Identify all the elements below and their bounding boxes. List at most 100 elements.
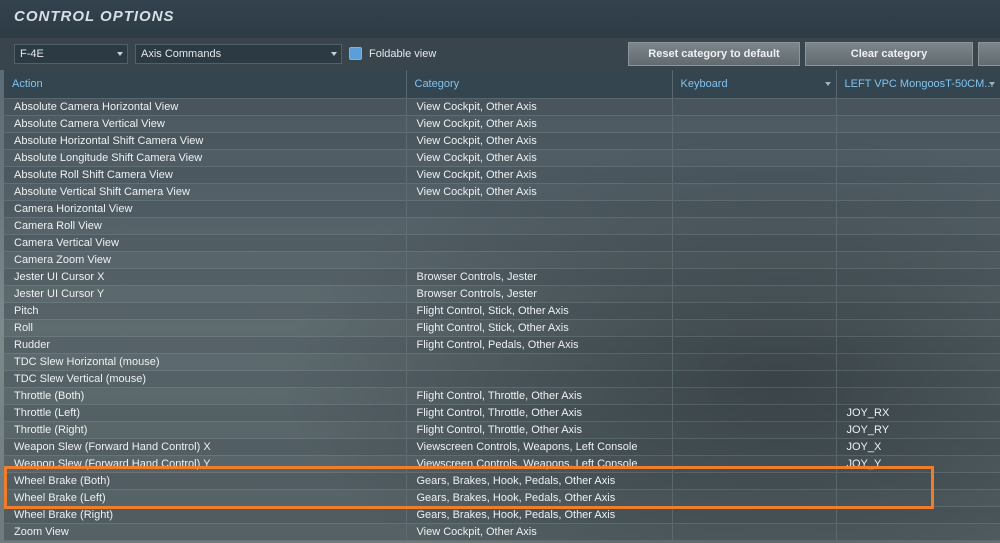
column-header-keyboard[interactable]: Keyboard [672, 70, 837, 99]
column-header-joystick[interactable]: LEFT VPC MongoosT-50CM... [836, 70, 1000, 99]
cell-joystick[interactable] [836, 285, 1000, 303]
cell-joystick[interactable]: JOY_X [836, 438, 1000, 456]
cell-joystick[interactable] [836, 387, 1000, 405]
cell-keyboard[interactable] [672, 387, 837, 405]
table-row[interactable]: TDC Slew Horizontal (mouse) [4, 353, 1000, 371]
column-header-category[interactable]: Category [406, 70, 673, 99]
cell-keyboard[interactable] [672, 183, 837, 201]
cell-keyboard[interactable] [672, 268, 837, 286]
cell-joystick[interactable]: JOY_RY [836, 421, 1000, 439]
cell-joystick[interactable] [836, 353, 1000, 371]
cell-joystick[interactable] [836, 319, 1000, 337]
cell-keyboard[interactable] [672, 370, 837, 388]
cell-keyboard[interactable] [672, 234, 837, 252]
cell-joystick[interactable]: JOY_RX [836, 404, 1000, 422]
table-row[interactable]: Weapon Slew (Forward Hand Control) Y View… [4, 455, 1000, 473]
cell-keyboard[interactable] [672, 404, 837, 422]
table-row[interactable]: Weapon Slew (Forward Hand Control) X View… [4, 438, 1000, 456]
cell-keyboard[interactable] [672, 149, 837, 167]
table-row[interactable]: Wheel Brake (Both) Gears, Brakes, Hook, P… [4, 472, 1000, 490]
table-row[interactable]: Absolute Camera Vertical View View Cockpi… [4, 115, 1000, 133]
cell-joystick[interactable]: JOY_Y [836, 455, 1000, 473]
clear-category-button[interactable]: Clear category [805, 42, 973, 66]
cell-joystick[interactable] [836, 183, 1000, 201]
cell-keyboard[interactable] [672, 132, 837, 150]
cell-joystick[interactable] [836, 217, 1000, 235]
cell-joystick[interactable] [836, 166, 1000, 184]
table-row[interactable]: Zoom View View Cockpit, Other Axis [4, 523, 1000, 541]
cell-keyboard[interactable] [672, 319, 837, 337]
column-header-action[interactable]: Action [4, 70, 407, 99]
table-row[interactable]: TDC Slew Vertical (mouse) [4, 370, 1000, 388]
cell-keyboard[interactable] [672, 98, 837, 116]
cell-category [406, 251, 673, 269]
cell-keyboard[interactable] [672, 472, 837, 490]
cell-keyboard[interactable] [672, 217, 837, 235]
more-button[interactable] [978, 42, 1000, 66]
cell-action: TDC Slew Horizontal (mouse) [4, 353, 407, 371]
cell-keyboard[interactable] [672, 285, 837, 303]
table-row[interactable]: Throttle (Right) Flight Control, Throttle… [4, 421, 1000, 439]
cell-keyboard[interactable] [672, 302, 837, 320]
table-row[interactable]: Camera Vertical View [4, 234, 1000, 252]
cell-category [406, 234, 673, 252]
cell-keyboard[interactable] [672, 353, 837, 371]
cell-joystick[interactable] [836, 472, 1000, 490]
table-row[interactable]: Rudder Flight Control, Pedals, Other Axis [4, 336, 1000, 354]
cell-keyboard[interactable] [672, 421, 837, 439]
table-row[interactable]: Jester UI Cursor Y Browser Controls, Jest… [4, 285, 1000, 303]
table-row[interactable]: Pitch Flight Control, Stick, Other Axis [4, 302, 1000, 320]
table-row[interactable]: Absolute Roll Shift Camera View View Cock… [4, 166, 1000, 184]
cell-action: Pitch [4, 302, 407, 320]
table-row[interactable]: Absolute Camera Horizontal View View Cock… [4, 98, 1000, 116]
aircraft-select[interactable]: F-4E [14, 44, 128, 64]
cell-action: Roll [4, 319, 407, 337]
cell-joystick[interactable] [836, 115, 1000, 133]
cell-category: Browser Controls, Jester [406, 285, 673, 303]
cell-joystick[interactable] [836, 489, 1000, 507]
table-row[interactable]: Wheel Brake (Left) Gears, Brakes, Hook, P… [4, 489, 1000, 507]
cell-joystick[interactable] [836, 370, 1000, 388]
cell-joystick[interactable] [836, 251, 1000, 269]
table-row[interactable]: Absolute Horizontal Shift Camera View Vie… [4, 132, 1000, 150]
cell-joystick[interactable] [836, 234, 1000, 252]
table-row[interactable]: Camera Roll View [4, 217, 1000, 235]
cell-keyboard[interactable] [672, 251, 837, 269]
cell-keyboard[interactable] [672, 166, 837, 184]
cell-keyboard[interactable] [672, 506, 837, 524]
cell-joystick[interactable] [836, 523, 1000, 541]
cell-joystick[interactable] [836, 149, 1000, 167]
cell-action: Absolute Vertical Shift Camera View [4, 183, 407, 201]
cell-joystick[interactable] [836, 200, 1000, 218]
table-row[interactable]: Camera Zoom View [4, 251, 1000, 269]
cell-joystick[interactable] [836, 132, 1000, 150]
table-row[interactable]: Absolute Vertical Shift Camera View View … [4, 183, 1000, 201]
cell-category: View Cockpit, Other Axis [406, 149, 673, 167]
table-row[interactable]: Roll Flight Control, Stick, Other Axis [4, 319, 1000, 337]
table-row[interactable]: Throttle (Left) Flight Control, Throttle,… [4, 404, 1000, 422]
cell-action: Wheel Brake (Left) [4, 489, 407, 507]
cell-keyboard[interactable] [672, 438, 837, 456]
cell-joystick[interactable] [836, 506, 1000, 524]
cell-keyboard[interactable] [672, 115, 837, 133]
cell-joystick[interactable] [836, 98, 1000, 116]
cell-keyboard[interactable] [672, 455, 837, 473]
reset-category-button[interactable]: Reset category to default [628, 42, 800, 66]
table-row[interactable]: Jester UI Cursor X Browser Controls, Jest… [4, 268, 1000, 286]
cell-keyboard[interactable] [672, 200, 837, 218]
table-row[interactable]: Camera Horizontal View [4, 200, 1000, 218]
cell-keyboard[interactable] [672, 489, 837, 507]
cell-category [406, 353, 673, 371]
category-select[interactable]: Axis Commands [135, 44, 342, 64]
table-row[interactable]: Throttle (Both) Flight Control, Throttle,… [4, 387, 1000, 405]
cell-keyboard[interactable] [672, 336, 837, 354]
title-bar: CONTROL OPTIONS [0, 0, 1000, 38]
foldable-view-checkbox[interactable] [349, 47, 362, 60]
cell-joystick[interactable] [836, 336, 1000, 354]
cell-joystick[interactable] [836, 268, 1000, 286]
cell-joystick[interactable] [836, 302, 1000, 320]
table-row[interactable]: Absolute Longitude Shift Camera View View… [4, 149, 1000, 167]
cell-keyboard[interactable] [672, 523, 837, 541]
cell-category: Gears, Brakes, Hook, Pedals, Other Axis [406, 506, 673, 524]
table-row[interactable]: Wheel Brake (Right) Gears, Brakes, Hook, … [4, 506, 1000, 524]
